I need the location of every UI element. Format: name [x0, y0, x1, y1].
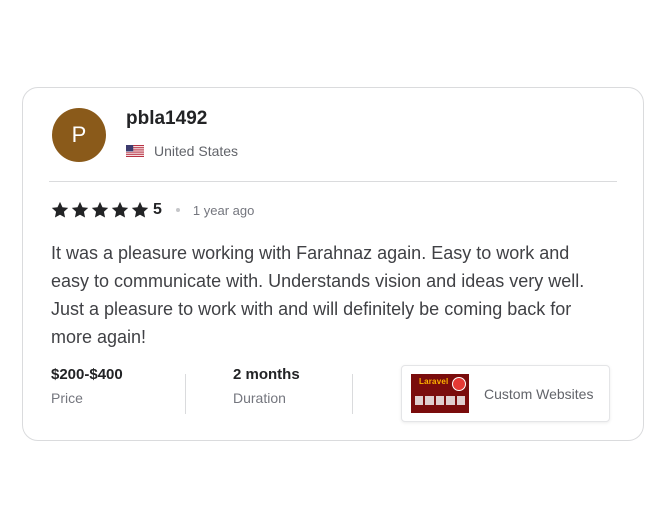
gig-thumbnail[interactable]: Laravel	[411, 374, 469, 413]
duration-stat: 2 months Duration	[233, 366, 300, 406]
duration-label: Duration	[233, 390, 286, 406]
star-rating	[51, 201, 151, 219]
reviewer-country: United States	[126, 143, 238, 159]
reviewer-username[interactable]: pbla1492	[126, 108, 207, 130]
laravel-logo-icon	[452, 377, 466, 391]
rating-number: 5	[153, 201, 162, 218]
review-text: It was a pleasure working with Farahnaz …	[51, 243, 585, 347]
rating-row: 5 1 year ago	[51, 201, 254, 219]
gig-card[interactable]: Laravel Custom Websites	[401, 365, 610, 422]
review-time: 1 year ago	[192, 202, 255, 218]
gig-thumbnail-graphics	[415, 396, 466, 405]
price-label: Price	[51, 390, 83, 406]
stat-divider	[352, 374, 353, 414]
review-card: P pbla1492 United States 5 1 year ago It…	[22, 87, 644, 441]
gig-title[interactable]: Custom Websites	[484, 386, 593, 402]
separator-dot	[175, 208, 180, 212]
us-flag-icon	[126, 145, 144, 157]
star-icon	[71, 201, 89, 218]
duration-value: 2 months	[233, 366, 300, 383]
star-icon	[131, 201, 149, 218]
gig-thumbnail-title: Laravel	[419, 377, 449, 386]
star-icon	[51, 201, 69, 218]
price-value: $200-$400	[51, 366, 123, 383]
avatar-letter: P	[71, 122, 87, 147]
star-icon	[91, 201, 109, 218]
country-name: United States	[154, 143, 239, 159]
divider	[49, 181, 617, 182]
avatar[interactable]: P	[52, 108, 106, 162]
star-icon	[111, 201, 129, 218]
price-stat: $200-$400 Price	[51, 366, 123, 406]
stat-divider	[185, 374, 186, 414]
